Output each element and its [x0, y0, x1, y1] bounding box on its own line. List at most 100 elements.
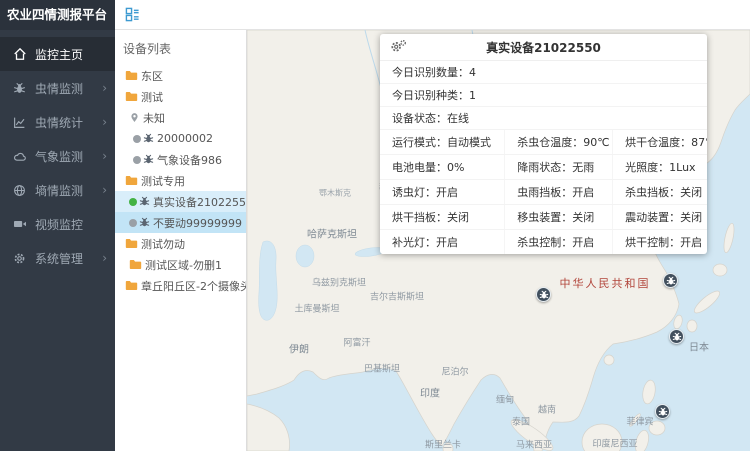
sidebar-item-label: 虫情监测 — [35, 80, 83, 97]
map-pin-icon — [129, 112, 140, 123]
device-group-east[interactable]: 东区 — [115, 65, 246, 86]
device-field: 诱虫灯：开启 — [380, 180, 504, 204]
sidebar-item-system-admin[interactable]: 系统管理 › — [0, 241, 115, 275]
popup-grid: 运行模式：自动模式杀虫仓温度：90℃烘干仓温度：87℃电池电量：0%降雨状态：无… — [380, 130, 707, 254]
folder-icon — [125, 280, 138, 291]
device-marker[interactable] — [655, 404, 670, 419]
chevron-right-icon: › — [102, 81, 107, 95]
app-title: 农业四情测报平台 — [0, 0, 115, 30]
app-window: 农业四情测报平台 监控主页 虫情监测 › 虫情统计 › — [0, 0, 750, 451]
device-group-test-dedicated[interactable]: 测试专用 — [115, 170, 246, 191]
device-field: 烘干挡板：关闭 — [380, 205, 504, 229]
device-field: 移虫装置：关闭 — [504, 205, 612, 229]
cloud-icon — [11, 150, 28, 163]
sidebar-item-monitor-home[interactable]: 监控主页 — [0, 37, 115, 71]
main-area: 设备列表 东区 测试 未知 20000002 — [115, 0, 750, 451]
device-group-label: 测试勿动 — [141, 236, 185, 252]
sidebar-item-label: 系统管理 — [35, 250, 83, 267]
device-field: 运行模式：自动模式 — [380, 130, 504, 154]
device-stat: 今日识别种类：1 — [380, 84, 707, 107]
status-dot-offline — [129, 219, 137, 227]
device-row-real-21022550[interactable]: 真实设备21022550 — [115, 191, 246, 212]
device-group-label: 测试区域-勿删1 — [145, 257, 222, 273]
device-group-label: 测试专用 — [141, 173, 185, 189]
map[interactable]: 真实设备21022550 今日识别数量：4今日识别种类：1设备状态：在线 运行模… — [247, 30, 750, 451]
device-field: 补光灯：开启 — [380, 230, 504, 254]
device-label: 不要动99999999 — [153, 215, 242, 231]
sidebar-item-label: 墒情监测 — [35, 182, 83, 199]
device-stat: 今日识别数量：4 — [380, 61, 707, 84]
popup-grid-row: 运行模式：自动模式杀虫仓温度：90℃烘干仓温度：87℃ — [380, 130, 707, 155]
device-group-test[interactable]: 测试 — [115, 86, 246, 107]
video-camera-icon — [11, 218, 28, 230]
device-field: 震动装置：关闭 — [612, 205, 707, 229]
content: 设备列表 东区 测试 未知 20000002 — [115, 30, 750, 451]
sidebar-menu: 监控主页 虫情监测 › 虫情统计 › 气象监测 — [0, 30, 115, 275]
device-group-label: 未知 — [143, 110, 165, 126]
device-list-title: 设备列表 — [115, 30, 246, 65]
device-row-weather-986[interactable]: 气象设备986 — [115, 149, 246, 170]
device-info-popup: 真实设备21022550 今日识别数量：4今日识别种类：1设备状态：在线 运行模… — [380, 34, 707, 254]
popup-grid-row: 诱虫灯：开启虫雨挡板：开启杀虫挡板：关闭 — [380, 180, 707, 205]
chevron-right-icon: › — [102, 149, 107, 163]
home-icon — [11, 47, 28, 61]
line-chart-icon — [11, 116, 28, 129]
device-field: 降雨状态：无雨 — [504, 155, 612, 179]
device-field: 杀虫仓温度：90℃ — [504, 130, 612, 154]
device-stat: 设备状态：在线 — [380, 107, 707, 130]
device-group-zhangqiu[interactable]: 章丘阳丘区-2个摄像头 — [115, 275, 246, 296]
device-group-label: 章丘阳丘区-2个摄像头 — [141, 278, 246, 294]
popup-grid-row: 电池电量：0%降雨状态：无雨光照度：1Lux — [380, 155, 707, 180]
device-row-20000002[interactable]: 20000002 — [115, 128, 246, 149]
popup-grid-row: 补光灯：开启杀虫控制：开启烘干控制：开启 — [380, 230, 707, 254]
device-group-test-area[interactable]: 测试区域-勿删1 — [115, 254, 246, 275]
sidebar-item-insect-monitor[interactable]: 虫情监测 › — [0, 71, 115, 105]
device-field: 烘干仓温度：87℃ — [612, 130, 707, 154]
globe-icon — [11, 184, 28, 197]
device-field: 电池电量：0% — [380, 155, 504, 179]
device-group-label: 测试 — [141, 89, 163, 105]
device-label: 真实设备21022550 — [153, 194, 246, 210]
sidebar-item-label: 气象监测 — [35, 148, 83, 165]
device-marker[interactable] — [663, 273, 678, 288]
popup-title: 真实设备21022550 — [486, 41, 601, 55]
sidebar-item-soil-monitor[interactable]: 墒情监测 › — [0, 173, 115, 207]
sidebar-item-label: 监控主页 — [35, 46, 83, 63]
device-field: 杀虫挡板：关闭 — [612, 180, 707, 204]
gear-icon — [11, 252, 28, 265]
device-field: 杀虫控制：开启 — [504, 230, 612, 254]
folder-icon — [125, 70, 138, 81]
device-field: 光照度：1Lux — [612, 155, 707, 179]
bug-icon — [139, 196, 150, 207]
chevron-right-icon: › — [102, 183, 107, 197]
device-group-test-nomove[interactable]: 测试勿动 — [115, 233, 246, 254]
popup-stats: 今日识别数量：4今日识别种类：1设备状态：在线 — [380, 61, 707, 130]
status-dot-offline — [133, 135, 141, 143]
device-list-panel: 设备列表 东区 测试 未知 20000002 — [115, 30, 247, 451]
bug-icon — [143, 154, 154, 165]
bug-icon — [11, 82, 28, 95]
sidebar-item-video-monitor[interactable]: 视频监控 — [0, 207, 115, 241]
settings-gear-icon[interactable] — [390, 39, 407, 53]
device-field: 烘干控制：开启 — [612, 230, 707, 254]
device-row-donottouch[interactable]: 不要动99999999 — [115, 212, 246, 233]
device-marker[interactable] — [669, 329, 684, 344]
sidebar-item-insect-stats[interactable]: 虫情统计 › — [0, 105, 115, 139]
topbar — [115, 0, 750, 30]
bug-icon — [143, 133, 154, 144]
device-label: 气象设备986 — [157, 152, 222, 168]
folder-icon — [125, 91, 138, 102]
sidebar-item-weather-monitor[interactable]: 气象监测 › — [0, 139, 115, 173]
sidebar-item-label: 虫情统计 — [35, 114, 83, 131]
device-group-label: 东区 — [141, 68, 163, 84]
folder-icon — [125, 238, 138, 249]
sidebar: 农业四情测报平台 监控主页 虫情监测 › 虫情统计 › — [0, 0, 115, 451]
device-marker[interactable] — [536, 287, 551, 302]
device-group-unknown[interactable]: 未知 — [115, 107, 246, 128]
device-label: 20000002 — [157, 132, 213, 145]
bug-icon — [139, 217, 150, 228]
popup-grid-row: 烘干挡板：关闭移虫装置：关闭震动装置：关闭 — [380, 205, 707, 230]
chevron-right-icon: › — [102, 251, 107, 265]
popup-header: 真实设备21022550 — [380, 34, 707, 61]
layout-list-icon[interactable] — [125, 7, 140, 22]
